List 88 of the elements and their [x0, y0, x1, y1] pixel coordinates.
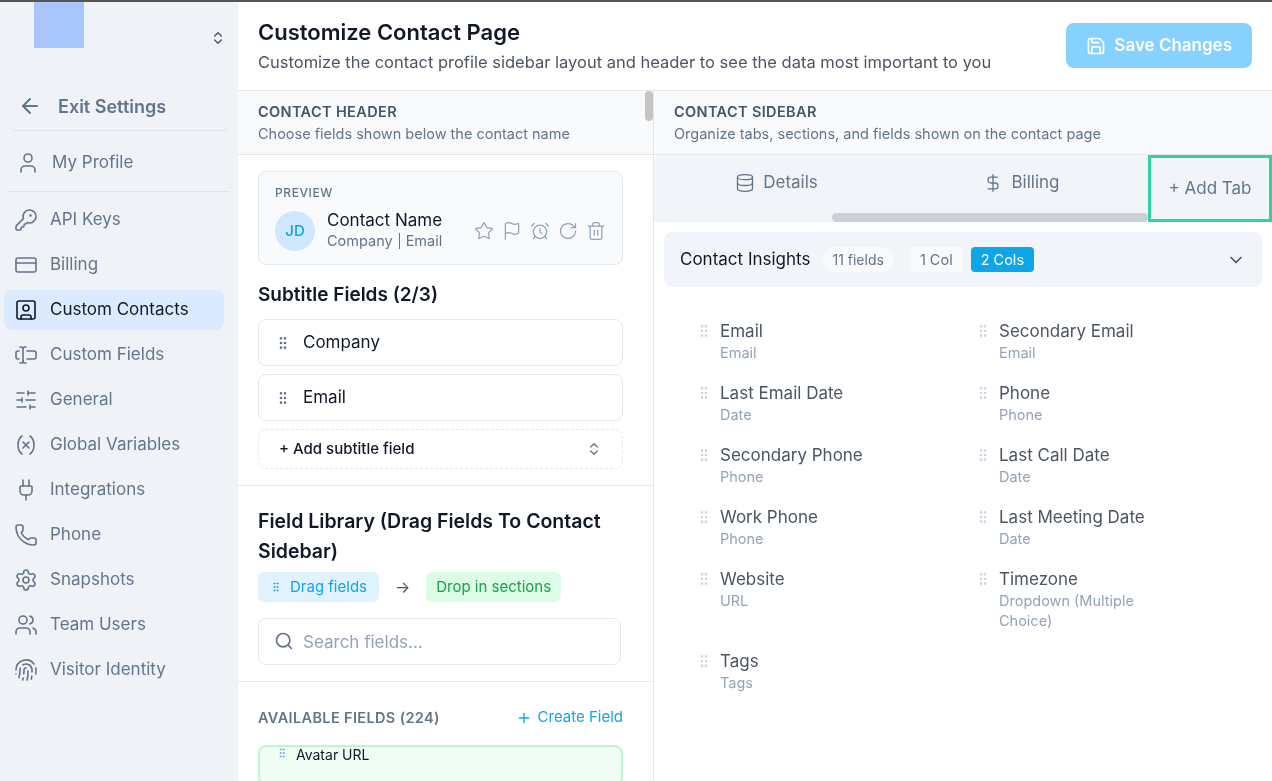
section-heading: CONTACT SIDEBAR [674, 102, 818, 122]
field-name: Work Phone [720, 506, 819, 529]
users-icon [14, 613, 38, 637]
drag-handle-icon[interactable] [276, 746, 288, 759]
nav-item[interactable]: Snapshots [4, 560, 224, 600]
phone-icon [14, 523, 38, 547]
variable-icon [14, 433, 38, 457]
drag-fields-badge: Drag fields [258, 572, 379, 603]
section-description: Organize tabs, sections, and fields shown on the contact page [674, 123, 1102, 145]
create-field-link[interactable]: Create Field [515, 706, 623, 729]
tab[interactable]: Billing [899, 155, 1144, 211]
drop-in-sections-badge: Drop in sections [426, 572, 562, 603]
column-toggle[interactable]: 2 Cols [970, 247, 1035, 272]
available-fields-heading: AVAILABLE FIELDS (224) [258, 707, 440, 728]
nav-item[interactable]: Visitor Identity [4, 650, 224, 690]
logo [34, 2, 84, 48]
nav-item[interactable]: General [4, 380, 224, 420]
sliders-icon [14, 388, 38, 412]
add-tab-button[interactable]: + Add Tab [1148, 155, 1272, 222]
field-type: Date [720, 405, 753, 425]
nav-item[interactable]: Team Users [4, 605, 224, 645]
settings-icon [14, 568, 38, 592]
field-name: Last Call Date [999, 444, 1111, 467]
page-subtitle: Customize the contact profile sidebar layout and header to see the data most important to you [258, 51, 992, 74]
add-subtitle-field-dropdown[interactable]: + Add subtitle field [258, 429, 623, 470]
nav-item[interactable]: Billing [4, 245, 224, 285]
database-icon [735, 173, 756, 193]
subtitle-field-row[interactable]: Company [258, 319, 623, 367]
field-name: Timezone [999, 568, 1079, 591]
field-name: Email [720, 320, 764, 343]
section-header-bar[interactable]: Contact Insights 11 fields 1 Col 2 Cols [664, 232, 1262, 287]
field-name: Website [720, 568, 786, 591]
field-type: Email [720, 343, 758, 363]
page-title: Customize Contact Page [258, 18, 521, 46]
flag-icon[interactable] [502, 220, 522, 241]
subtitle-fields-heading: Subtitle Fields (2/3) [258, 281, 439, 308]
grip-icon [270, 581, 282, 594]
scrollbar-thumb[interactable] [645, 91, 653, 121]
nav-item[interactable]: Integrations [4, 470, 224, 510]
trash-icon[interactable] [586, 220, 606, 241]
library-field-card[interactable]: Avatar URL [258, 744, 623, 781]
avatar: JD [275, 210, 315, 251]
nav-item[interactable]: API Keys [4, 200, 224, 240]
refresh-icon[interactable] [558, 220, 578, 241]
field-type: Dropdown (Multiple Choice) [999, 591, 1135, 631]
field-type: Date [999, 467, 1032, 487]
arrow-glyph: → [394, 576, 412, 600]
save-icon [1086, 35, 1107, 56]
field-type: Date [999, 529, 1032, 549]
contact-name: Contact Name [327, 210, 443, 230]
field-type: URL [720, 591, 750, 611]
field-name: Phone [999, 382, 1052, 405]
field-name: Last Email Date [720, 382, 845, 405]
tab[interactable]: Details [654, 155, 899, 211]
company-label: Company [327, 231, 393, 251]
nav-item[interactable]: Custom Contacts [4, 290, 224, 330]
scrollbar-thumb[interactable] [832, 213, 1148, 222]
subtitle-field-row[interactable]: Email [258, 374, 623, 422]
field-type: Email [999, 343, 1037, 363]
nav-item[interactable]: Global Variables [4, 425, 224, 465]
section-description: Choose fields shown below the contact name [258, 123, 571, 144]
contact-card-icon [14, 298, 38, 322]
column-toggle[interactable]: 1 Col [909, 247, 963, 272]
star-icon[interactable] [474, 220, 494, 241]
nav-item[interactable]: My Profile [8, 143, 142, 183]
search-icon [274, 631, 294, 652]
field-library-heading: Field Library (Drag Fields To Contact Sidebar) [258, 508, 602, 566]
field-name: Last Meeting Date [999, 506, 1146, 529]
field-type: Phone [720, 467, 765, 487]
email-label: Email [405, 231, 443, 251]
text-cursor-icon [14, 343, 38, 367]
section-heading: CONTACT HEADER [258, 102, 398, 122]
fingerprint-icon [14, 658, 38, 682]
field-type: Phone [720, 529, 765, 549]
field-count-badge: 11 fields [822, 247, 894, 272]
field-name: Secondary Phone [720, 444, 864, 467]
field-type: Phone [999, 405, 1044, 425]
search-field[interactable]: Search fields... [258, 618, 621, 666]
field-name: Tags [720, 650, 760, 673]
nav-item[interactable]: Custom Fields [4, 335, 224, 375]
section-title: Contact Insights [680, 247, 811, 271]
key-icon [14, 208, 38, 232]
alarm-clock-icon[interactable] [530, 220, 550, 241]
preview-label: PREVIEW [275, 184, 334, 202]
nav-item[interactable]: Phone [4, 515, 224, 555]
field-name: Secondary Email [999, 320, 1135, 343]
exit-settings-button[interactable]: Exit Settings [8, 82, 177, 130]
field-type: Tags [720, 673, 754, 693]
